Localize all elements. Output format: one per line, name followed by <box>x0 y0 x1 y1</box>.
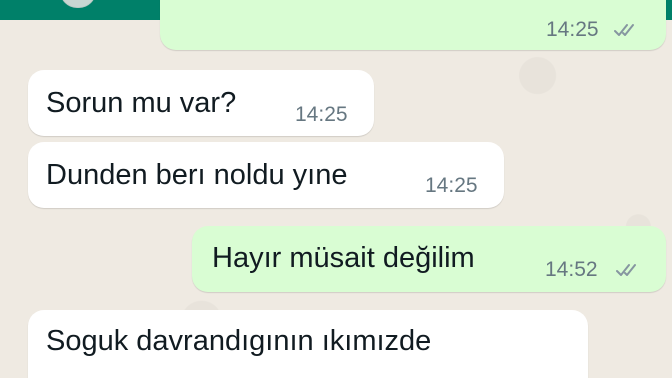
message-bubble-incoming[interactable]: Dunden berı noldu yıne 14:25 <box>28 142 504 208</box>
message-time: 14:52 <box>545 258 598 281</box>
message-time: 14:25 <box>546 18 599 41</box>
double-check-icon <box>614 22 642 38</box>
message-bubble-incoming[interactable]: Sorun mu var? 14:25 <box>28 70 374 136</box>
message-text: Hayır müsait değilim <box>212 242 475 274</box>
message-bubble-outgoing[interactable]: Hayır müsait değilim 14:52 <box>192 226 666 292</box>
message-text: Sorun mu var? <box>46 87 237 119</box>
message-bubble-outgoing[interactable]: 14:25 <box>160 0 666 50</box>
message-time: 14:25 <box>295 103 348 126</box>
message-bubble-incoming[interactable]: Soguk davrandıgının ıkımızde <box>28 310 588 378</box>
message-time: 14:25 <box>425 174 478 197</box>
message-text: Dunden berı noldu yıne <box>46 159 348 191</box>
double-check-icon <box>616 262 644 278</box>
message-text: Soguk davrandıgının ıkımızde <box>46 325 432 357</box>
contact-avatar[interactable] <box>60 0 96 8</box>
